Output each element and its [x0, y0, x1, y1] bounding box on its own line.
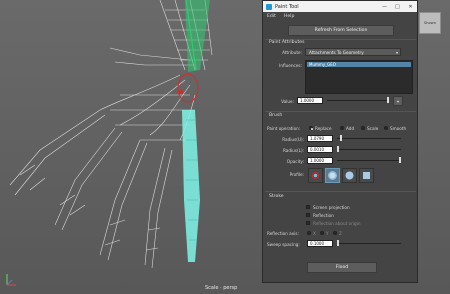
- reflection-label: Reflection: [313, 213, 334, 218]
- stroke-title: Stroke: [269, 194, 284, 199]
- attribute-dropdown[interactable]: Attachments To Geometry ▾: [305, 48, 401, 56]
- radius-u-field[interactable]: 1.0790: [307, 135, 333, 142]
- replace-radio[interactable]: [309, 126, 313, 130]
- flood-button[interactable]: Flood: [307, 262, 377, 273]
- scale-radio[interactable]: [361, 126, 365, 130]
- profile-label: Profile:: [289, 172, 304, 177]
- sweep-spacing-field[interactable]: 0.1000: [307, 240, 333, 247]
- axis-y-label: Y: [326, 231, 329, 236]
- add-label: Add: [346, 126, 355, 131]
- menu-edit[interactable]: Edit: [267, 14, 276, 19]
- axis-y-radio[interactable]: [320, 231, 324, 235]
- reflection-checkbox[interactable]: [306, 213, 310, 217]
- paint-operation-label: Paint operation:: [267, 126, 301, 131]
- axis-z-label: Z: [339, 231, 342, 236]
- axis-gizmo-icon: [4, 270, 18, 288]
- radius-u-slider-track[interactable]: [337, 138, 401, 139]
- gaussian-icon[interactable]: [308, 168, 323, 183]
- sweep-slider-track[interactable]: [337, 243, 401, 244]
- radius-l-field[interactable]: 0.0010: [307, 146, 333, 153]
- axis-x-radio[interactable]: [307, 231, 311, 235]
- maya-app-icon: [266, 3, 272, 10]
- chevron-down-icon: ▾: [395, 49, 398, 55]
- list-item[interactable]: Mummy_GEO: [307, 62, 411, 67]
- attribute-label: Attribute:: [282, 50, 302, 55]
- title-bar[interactable]: Paint Tool — □ ✕: [263, 1, 417, 12]
- painted-weight-region: [182, 110, 200, 262]
- side-panel-button[interactable]: Shown: [419, 12, 441, 34]
- screen-projection-checkbox[interactable]: [306, 205, 310, 209]
- value-label: Value:: [281, 99, 294, 104]
- maximize-icon[interactable]: □: [391, 4, 404, 10]
- sweep-spacing-label: Sweep spacing:: [267, 242, 300, 247]
- smooth-label: Smooth: [390, 126, 407, 131]
- selected-joint-highlight: [185, 0, 210, 72]
- radius-u-slider-handle[interactable]: [340, 135, 343, 141]
- opacity-label: Opacity:: [286, 159, 304, 164]
- soft-icon[interactable]: [325, 168, 340, 183]
- influences-label: Influences:: [279, 63, 302, 68]
- reflection-origin-label: Reflection about origin: [313, 221, 361, 226]
- brush-title: Brush: [269, 113, 283, 118]
- paint-attributes-title: Paint Attributes: [269, 40, 305, 45]
- axis-x-label: X: [313, 231, 316, 236]
- minimize-icon[interactable]: —: [378, 4, 391, 10]
- refresh-from-selection-button[interactable]: Refresh From Selection: [288, 25, 394, 36]
- attribute-value: Attachments To Geometry: [309, 49, 364, 55]
- menu-bar: Edit Help: [263, 12, 417, 21]
- axis-z-radio[interactable]: [333, 231, 337, 235]
- sweep-slider-handle[interactable]: [337, 240, 339, 246]
- maya-window: Scale · persp Shown Paint Tool — □ ✕ Edi…: [0, 0, 450, 294]
- paint-tool-window: Paint Tool — □ ✕ Edit Help Refresh From …: [262, 0, 418, 283]
- solid-circle-icon[interactable]: [342, 168, 357, 183]
- radius-u-label: Radius(U):: [282, 137, 304, 142]
- close-icon[interactable]: ✕: [404, 4, 417, 10]
- replace-label: Replace: [315, 126, 332, 131]
- value-slider-track[interactable]: [327, 100, 389, 101]
- add-radio[interactable]: [340, 126, 344, 130]
- opacity-slider-handle[interactable]: [399, 157, 401, 163]
- reflection-origin-checkbox[interactable]: [306, 221, 310, 225]
- value-field[interactable]: 1.0000: [297, 97, 323, 104]
- smooth-radio[interactable]: [384, 126, 388, 130]
- value-slider-handle[interactable]: [387, 97, 389, 103]
- opacity-slider-track[interactable]: [337, 160, 401, 161]
- radius-l-label: Radius(L):: [282, 148, 304, 153]
- opacity-field[interactable]: 1.0000: [307, 157, 333, 164]
- square-icon[interactable]: [359, 168, 374, 183]
- reflection-axis-label: Reflection axis:: [267, 231, 299, 236]
- window-title: Paint Tool: [275, 3, 299, 10]
- radius-l-slider-handle[interactable]: [337, 146, 339, 152]
- scale-label: Scale: [367, 126, 379, 131]
- influences-list[interactable]: Mummy_GEO: [305, 60, 413, 94]
- menu-help[interactable]: Help: [284, 14, 294, 19]
- screen-projection-label: Screen projection: [313, 205, 350, 210]
- radius-l-slider-track[interactable]: [337, 149, 401, 150]
- camera-label: Scale · persp: [205, 285, 238, 291]
- pick-value-icon[interactable]: ⌖: [393, 96, 403, 106]
